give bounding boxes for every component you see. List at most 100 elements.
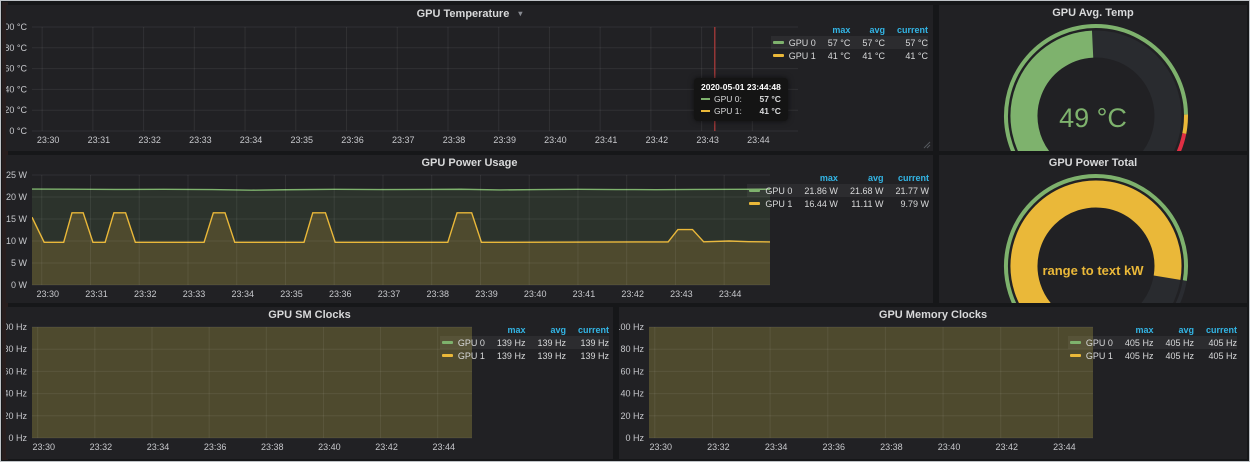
legend-row: GPU 1139 Hz139 Hz139 Hz — [440, 349, 609, 362]
legend-column-current[interactable]: current — [566, 325, 609, 336]
legend-series-name[interactable]: GPU 0 — [747, 184, 792, 197]
x-tick-label: 23:31 — [88, 135, 111, 145]
panel-resize-handle[interactable] — [923, 141, 931, 149]
x-tick-label: 23:30 — [37, 135, 60, 145]
x-tick-label: 23:42 — [646, 135, 669, 145]
panel-title-text: GPU Avg. Temp — [1052, 7, 1134, 19]
y-tick-label: 60 Hz — [6, 366, 27, 376]
legend-stat-avg: 57 °C — [850, 36, 885, 49]
legend-series-name[interactable]: GPU 1 — [771, 49, 816, 62]
legend-stat-max: 405 Hz — [1113, 349, 1154, 362]
panel-title-gpu-power-usage[interactable]: GPU Power Usage — [6, 155, 933, 171]
panel-title-text: GPU Temperature — [417, 8, 510, 20]
series-color-dash-icon — [1070, 354, 1081, 357]
series-color-dash-icon — [749, 202, 760, 205]
x-tick-label: 23:42 — [375, 442, 398, 452]
legend-series-name[interactable]: GPU 0 — [1068, 336, 1113, 349]
x-tick-label: 23:36 — [822, 442, 845, 452]
legend-column-avg[interactable]: avg — [525, 325, 566, 336]
x-tick-label: 23:40 — [318, 442, 341, 452]
tooltip-series-value: 57 °C — [760, 94, 781, 104]
x-tick-label: 23:42 — [995, 442, 1018, 452]
legend-gpu-sm-clocks: maxavgcurrentGPU 0139 Hz139 Hz139 HzGPU … — [440, 325, 609, 362]
y-tick-label: 10 W — [6, 236, 27, 246]
x-tick-label: 23:37 — [392, 135, 415, 145]
legend-column-current[interactable]: current — [885, 25, 928, 36]
x-tick-label: 23:32 — [138, 135, 161, 145]
legend-column-avg[interactable]: avg — [838, 173, 884, 184]
legend-gpu-power-usage: maxavgcurrentGPU 021.86 W21.68 W21.77 WG… — [747, 173, 929, 210]
y-tick-label: 0 W — [11, 280, 28, 290]
gpu_power_total-gauge — [939, 171, 1247, 303]
panel-title-gpu-memory-clocks[interactable]: GPU Memory Clocks — [619, 307, 1247, 323]
legend-gpu-temperature: maxavgcurrentGPU 057 °C57 °C57 °CGPU 141… — [771, 25, 928, 62]
x-tick-label: 23:35 — [280, 289, 303, 299]
legend-stat-current: 57 °C — [885, 36, 928, 49]
panel-title-gpu-temperature[interactable]: GPU Temperature ▾ — [6, 5, 933, 21]
panel-title-gpu-sm-clocks[interactable]: GPU SM Clocks — [6, 307, 613, 323]
y-tick-label: 80 Hz — [620, 344, 644, 354]
series-color-dash-icon — [442, 341, 453, 344]
y-tick-label: 100 Hz — [6, 323, 27, 332]
legend-stat-max: 41 °C — [816, 49, 851, 62]
legend-stat-avg: 41 °C — [850, 49, 885, 62]
legend-stat-current: 41 °C — [885, 49, 928, 62]
legend-series-name[interactable]: GPU 1 — [440, 349, 485, 362]
x-tick-label: 23:40 — [524, 289, 547, 299]
panel-gpu-power-usage: GPU Power Usage 0 W5 W10 W15 W20 W25 W23… — [6, 155, 933, 303]
x-tick-label: 23:33 — [183, 289, 206, 299]
x-tick-label: 23:34 — [240, 135, 263, 145]
tooltip-timestamp: 2020-05-01 23:44:48 — [701, 82, 781, 92]
legend-stat-avg: 139 Hz — [525, 349, 566, 362]
legend-stat-max: 139 Hz — [485, 336, 526, 349]
legend-column-max[interactable]: max — [792, 173, 838, 184]
x-tick-label: 23:40 — [544, 135, 567, 145]
panel-gpu-avg-temp: GPU Avg. Temp 49 °C — [939, 5, 1247, 151]
legend-column-current[interactable]: current — [1194, 325, 1237, 336]
x-tick-label: 23:32 — [707, 442, 730, 452]
legend-column-max[interactable]: max — [816, 25, 851, 36]
legend-column-avg[interactable]: avg — [1153, 325, 1194, 336]
series-color-dash-icon — [773, 41, 784, 44]
legend-row: GPU 141 °C41 °C41 °C — [771, 49, 928, 62]
x-tick-label: 23:44 — [719, 289, 742, 299]
legend-column-avg[interactable]: avg — [850, 25, 885, 36]
legend-series-name[interactable]: GPU 1 — [747, 197, 792, 210]
legend-stat-current: 139 Hz — [566, 336, 609, 349]
x-tick-label: 23:43 — [670, 289, 693, 299]
x-tick-label: 23:30 — [650, 442, 673, 452]
legend-stat-current: 405 Hz — [1194, 349, 1237, 362]
panel-gpu-sm-clocks: GPU SM Clocks 0 Hz20 Hz40 Hz60 Hz80 Hz10… — [6, 307, 613, 459]
legend-stat-max: 16.44 W — [792, 197, 838, 210]
series-color-dash-icon — [442, 354, 453, 357]
x-tick-label: 23:42 — [621, 289, 644, 299]
panel-title-text: GPU Power Total — [1049, 157, 1137, 169]
x-tick-label: 23:44 — [747, 135, 770, 145]
y-tick-label: 100 °C — [6, 22, 27, 32]
x-tick-label: 23:32 — [134, 289, 157, 299]
legend-stat-avg: 405 Hz — [1153, 349, 1194, 362]
legend-column-max[interactable]: max — [485, 325, 526, 336]
legend-gpu-memory-clocks: maxavgcurrentGPU 0405 Hz405 Hz405 HzGPU … — [1068, 325, 1237, 362]
gauge-threshold-arc — [1184, 115, 1186, 134]
legend-series-name[interactable]: GPU 0 — [440, 336, 485, 349]
legend-series-name[interactable]: GPU 0 — [771, 36, 816, 49]
legend-column-current[interactable]: current — [883, 173, 929, 184]
series-color-dash-icon — [701, 98, 710, 100]
legend-series-name[interactable]: GPU 1 — [1068, 349, 1113, 362]
panel-title-text: GPU Power Usage — [422, 157, 518, 169]
chevron-down-icon[interactable]: ▾ — [518, 9, 522, 18]
x-tick-label: 23:30 — [32, 442, 55, 452]
x-tick-label: 23:33 — [189, 135, 212, 145]
x-tick-label: 23:38 — [261, 442, 284, 452]
legend-column-max[interactable]: max — [1113, 325, 1154, 336]
x-tick-label: 23:31 — [85, 289, 108, 299]
gauge-fill-arc — [1024, 44, 1093, 151]
tooltip-row: GPU 0:57 °C — [701, 94, 781, 104]
x-tick-label: 23:41 — [573, 289, 596, 299]
panel-title-gpu-avg-temp[interactable]: GPU Avg. Temp — [939, 5, 1247, 21]
y-tick-label: 60 Hz — [620, 366, 644, 376]
legend-stat-max: 405 Hz — [1113, 336, 1154, 349]
x-tick-label: 23:36 — [329, 289, 352, 299]
panel-title-gpu-power-total[interactable]: GPU Power Total — [939, 155, 1247, 171]
